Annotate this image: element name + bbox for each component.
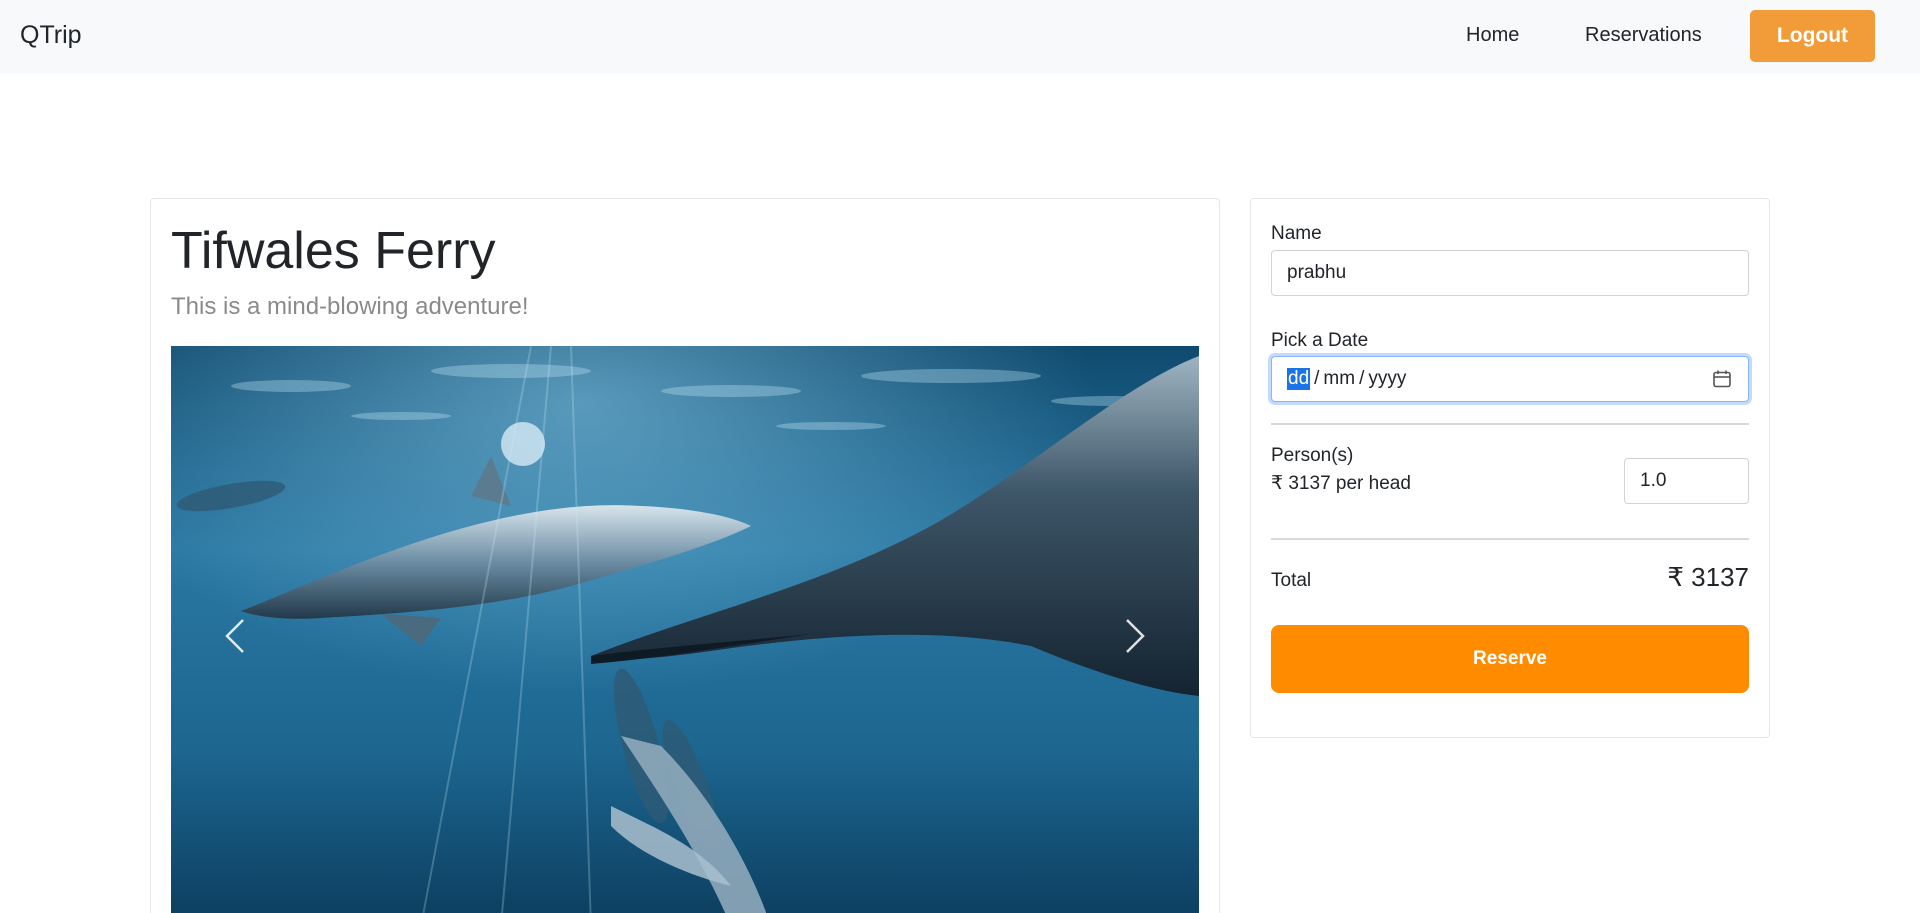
adventure-detail-card: Tifwales Ferry This is a mind-blowing ad… bbox=[150, 198, 1220, 913]
name-input[interactable] bbox=[1271, 250, 1749, 296]
persons-input[interactable] bbox=[1624, 458, 1749, 504]
divider bbox=[1271, 423, 1749, 425]
chevron-left-icon bbox=[225, 619, 244, 653]
adventure-title: Tifwales Ferry bbox=[171, 222, 496, 280]
divider bbox=[1271, 538, 1749, 540]
total-label: Total bbox=[1271, 570, 1312, 591]
nav-reservations-link[interactable]: Reservations bbox=[1585, 24, 1702, 47]
carousel-prev-button[interactable] bbox=[171, 346, 299, 913]
date-year-segment[interactable]: yyyy bbox=[1368, 368, 1406, 390]
adventure-subtitle: This is a mind-blowing adventure! bbox=[171, 293, 529, 320]
date-month-segment[interactable]: mm bbox=[1323, 368, 1355, 390]
date-separator: / bbox=[1359, 368, 1365, 389]
name-label: Name bbox=[1271, 223, 1322, 244]
date-input[interactable]: dd / mm / yyyy bbox=[1271, 356, 1749, 402]
total-value: ₹ 3137 bbox=[1667, 562, 1749, 592]
reserve-button[interactable]: Reserve bbox=[1271, 625, 1749, 693]
price-per-head: ₹ 3137 per head bbox=[1271, 473, 1411, 494]
top-navbar: QTrip Home Reservations Logout bbox=[0, 0, 1920, 73]
calendar-icon[interactable] bbox=[1712, 369, 1732, 389]
carousel-next-button[interactable] bbox=[1071, 346, 1199, 913]
reservation-form-card: Name Pick a Date dd / mm / yyyy Person(s… bbox=[1250, 198, 1770, 738]
brand-logo[interactable]: QTrip bbox=[20, 21, 82, 50]
image-carousel bbox=[171, 346, 1199, 913]
date-label: Pick a Date bbox=[1271, 330, 1369, 351]
persons-label: Person(s) bbox=[1271, 445, 1354, 466]
dolphins-image bbox=[171, 346, 1199, 913]
nav-home-link[interactable]: Home bbox=[1466, 24, 1519, 47]
chevron-right-icon bbox=[1126, 619, 1145, 653]
logout-button[interactable]: Logout bbox=[1750, 10, 1875, 62]
date-day-segment[interactable]: dd bbox=[1287, 368, 1311, 390]
date-separator: / bbox=[1314, 368, 1320, 389]
